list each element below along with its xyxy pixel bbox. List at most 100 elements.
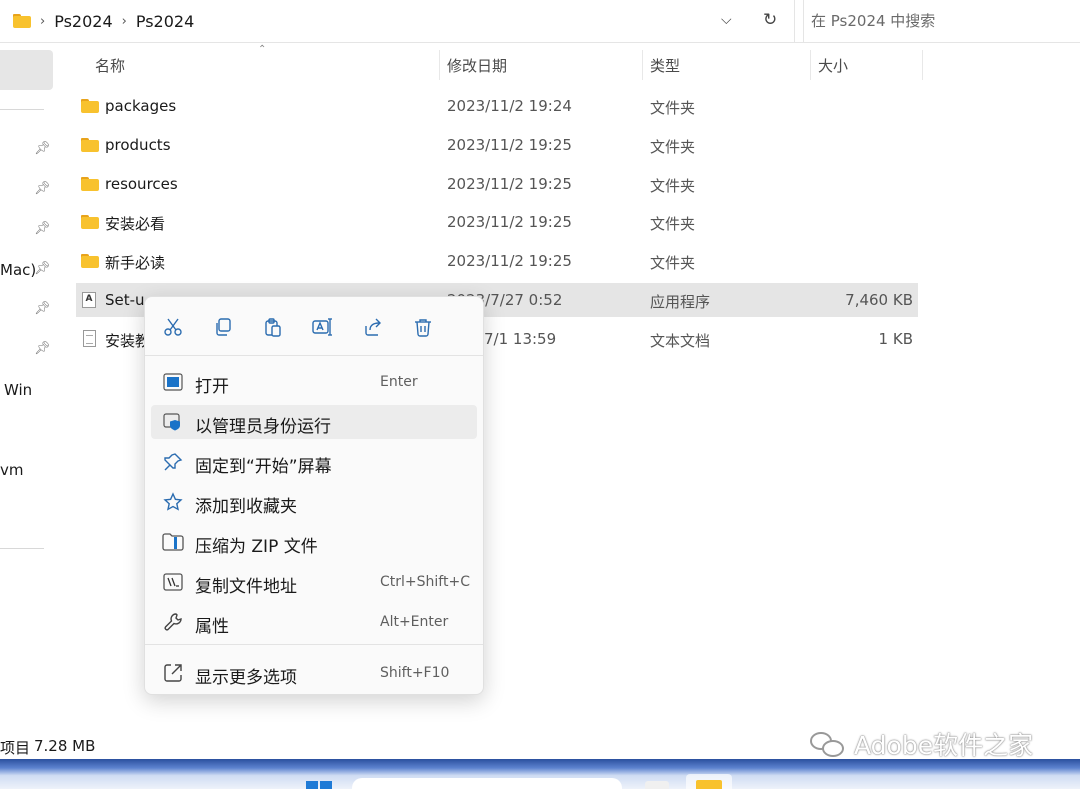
pin-icon	[162, 451, 184, 473]
menu-item-shortcut: Ctrl+Shift+C	[380, 574, 470, 590]
refresh-icon[interactable]: ↻	[763, 10, 777, 30]
share-icon[interactable]	[361, 315, 385, 339]
file-name: packages	[105, 97, 177, 115]
chevron-right-icon: ›	[40, 13, 46, 29]
menu-item-shortcut: Alt+Enter	[380, 614, 449, 630]
file-date: 2023/11/2 19:25	[447, 175, 572, 193]
file-type: 文件夹	[650, 177, 696, 195]
chevron-down-icon[interactable]: ⌵	[721, 12, 732, 28]
menu-item-add-to-favorites[interactable]: 添加到收藏夹	[151, 485, 477, 519]
menu-item-open[interactable]: 打开 Enter	[151, 365, 477, 399]
pin-icon[interactable]: 📌︎	[34, 221, 51, 236]
column-header-row: 名称 修改日期 类型 大小	[78, 48, 923, 82]
folder-icon	[81, 254, 99, 268]
star-icon	[162, 491, 184, 513]
file-row[interactable]: products 2023/11/2 19:25 文件夹	[76, 128, 918, 162]
nav-item-label[interactable]: Win	[4, 381, 32, 399]
menu-item-label: 压缩为 ZIP 文件	[195, 537, 318, 557]
folder-icon	[13, 14, 31, 28]
file-type: 文件夹	[650, 215, 696, 233]
rename-icon[interactable]	[311, 315, 335, 339]
folder-icon	[81, 138, 99, 152]
zip-icon	[162, 531, 184, 553]
paste-icon[interactable]	[261, 315, 285, 339]
status-item-count: 项目	[0, 739, 31, 757]
search-input[interactable]	[811, 12, 1071, 30]
folder-icon	[81, 215, 99, 229]
file-name: resources	[105, 175, 178, 193]
status-selection-size: 7.28 MB	[34, 737, 96, 755]
nav-item-label[interactable]: Mac)	[0, 261, 36, 279]
file-row[interactable]: resources 2023/11/2 19:25 文件夹	[76, 167, 918, 201]
search-box[interactable]	[803, 0, 1080, 42]
pin-icon[interactable]: 📌︎	[34, 261, 51, 276]
menu-item-run-as-admin[interactable]: 以管理员身份运行	[151, 405, 477, 439]
copy-path-icon	[162, 571, 184, 593]
file-row[interactable]: 安装必看 2023/11/2 19:25 文件夹	[76, 205, 918, 239]
menu-item-label: 属性	[195, 617, 229, 637]
menu-item-pin-to-start[interactable]: 固定到“开始”屏幕	[151, 445, 477, 479]
cut-icon[interactable]	[161, 315, 185, 339]
taskbar	[0, 759, 1080, 789]
menu-item-label: 添加到收藏夹	[195, 497, 297, 517]
file-name: products	[105, 136, 171, 154]
breadcrumb-item[interactable]: Ps2024	[136, 12, 194, 31]
file-date: 2023/11/2 19:24	[447, 97, 572, 115]
menu-item-copy-path[interactable]: 复制文件地址 Ctrl+Shift+C	[151, 565, 477, 599]
file-type: 文件夹	[650, 99, 696, 117]
menu-item-compress-zip[interactable]: 压缩为 ZIP 文件	[151, 525, 477, 559]
menu-item-label: 复制文件地址	[195, 577, 297, 597]
file-date: 2023/11/2 19:25	[447, 136, 572, 154]
wechat-icon	[810, 730, 846, 758]
file-type: 文件夹	[650, 138, 696, 156]
breadcrumb-item[interactable]: Ps2024	[54, 12, 112, 31]
file-name: 安装必看	[105, 215, 166, 233]
text-file-icon	[83, 330, 96, 347]
menu-item-show-more-options[interactable]: 显示更多选项 Shift+F10	[151, 656, 477, 690]
context-menu: 打开 Enter 以管理员身份运行 固定到“开始”屏幕 添加到收藏夹 压缩为 Z…	[144, 296, 484, 695]
file-size: 1 KB	[878, 330, 913, 348]
file-row[interactable]: packages 2023/11/2 19:24 文件夹	[76, 89, 918, 123]
folder-icon	[81, 99, 99, 113]
menu-item-label: 以管理员身份运行	[195, 417, 331, 437]
taskbar-app-icon[interactable]	[645, 781, 669, 789]
pin-icon[interactable]: 📌︎	[34, 181, 51, 196]
taskbar-search[interactable]	[352, 778, 622, 789]
context-menu-toolbar	[145, 297, 483, 355]
windows-start-icon[interactable]	[306, 781, 332, 789]
pin-icon[interactable]: 📌︎	[34, 301, 51, 316]
nav-divider	[0, 109, 44, 110]
folder-icon	[81, 177, 99, 191]
pin-icon[interactable]: 📌︎	[34, 341, 51, 356]
open-icon	[162, 371, 184, 393]
taskbar-file-explorer-icon[interactable]	[686, 774, 732, 789]
column-header-type[interactable]: 类型	[642, 48, 680, 82]
copy-icon[interactable]	[211, 315, 235, 339]
wrench-icon	[162, 611, 184, 633]
nav-item-selected[interactable]	[0, 50, 53, 90]
menu-item-label: 显示更多选项	[195, 668, 297, 688]
file-size: 7,460 KB	[845, 291, 913, 309]
pin-icon[interactable]: 📌︎	[34, 141, 51, 156]
nav-divider	[0, 548, 44, 549]
breadcrumb[interactable]: › Ps2024 › Ps2024	[0, 0, 795, 42]
menu-item-properties[interactable]: 属性 Alt+Enter	[151, 605, 477, 639]
file-row[interactable]: 新手必读 2023/11/2 19:25 文件夹	[76, 244, 918, 278]
file-date: 2023/11/2 19:25	[447, 213, 572, 231]
column-header-date[interactable]: 修改日期	[439, 48, 507, 82]
file-type: 文件夹	[650, 254, 696, 272]
file-name: Set-u	[105, 291, 145, 309]
file-date: 2023/11/2 19:25	[447, 252, 572, 270]
watermark: Adobe软件之家	[810, 726, 1033, 762]
app-icon: A	[82, 292, 96, 308]
column-divider[interactable]	[922, 50, 923, 80]
chevron-right-icon: ›	[121, 13, 127, 29]
delete-icon[interactable]	[411, 315, 435, 339]
column-header-name[interactable]: 名称	[87, 48, 125, 82]
menu-item-shortcut: Enter	[380, 374, 418, 390]
file-type: 应用程序	[650, 293, 711, 311]
column-header-size[interactable]: 大小	[810, 48, 848, 82]
nav-item-label[interactable]: vm	[0, 461, 24, 479]
watermark-text: Adobe软件之家	[854, 731, 1034, 760]
file-date: 7/1 13:59	[484, 330, 557, 348]
